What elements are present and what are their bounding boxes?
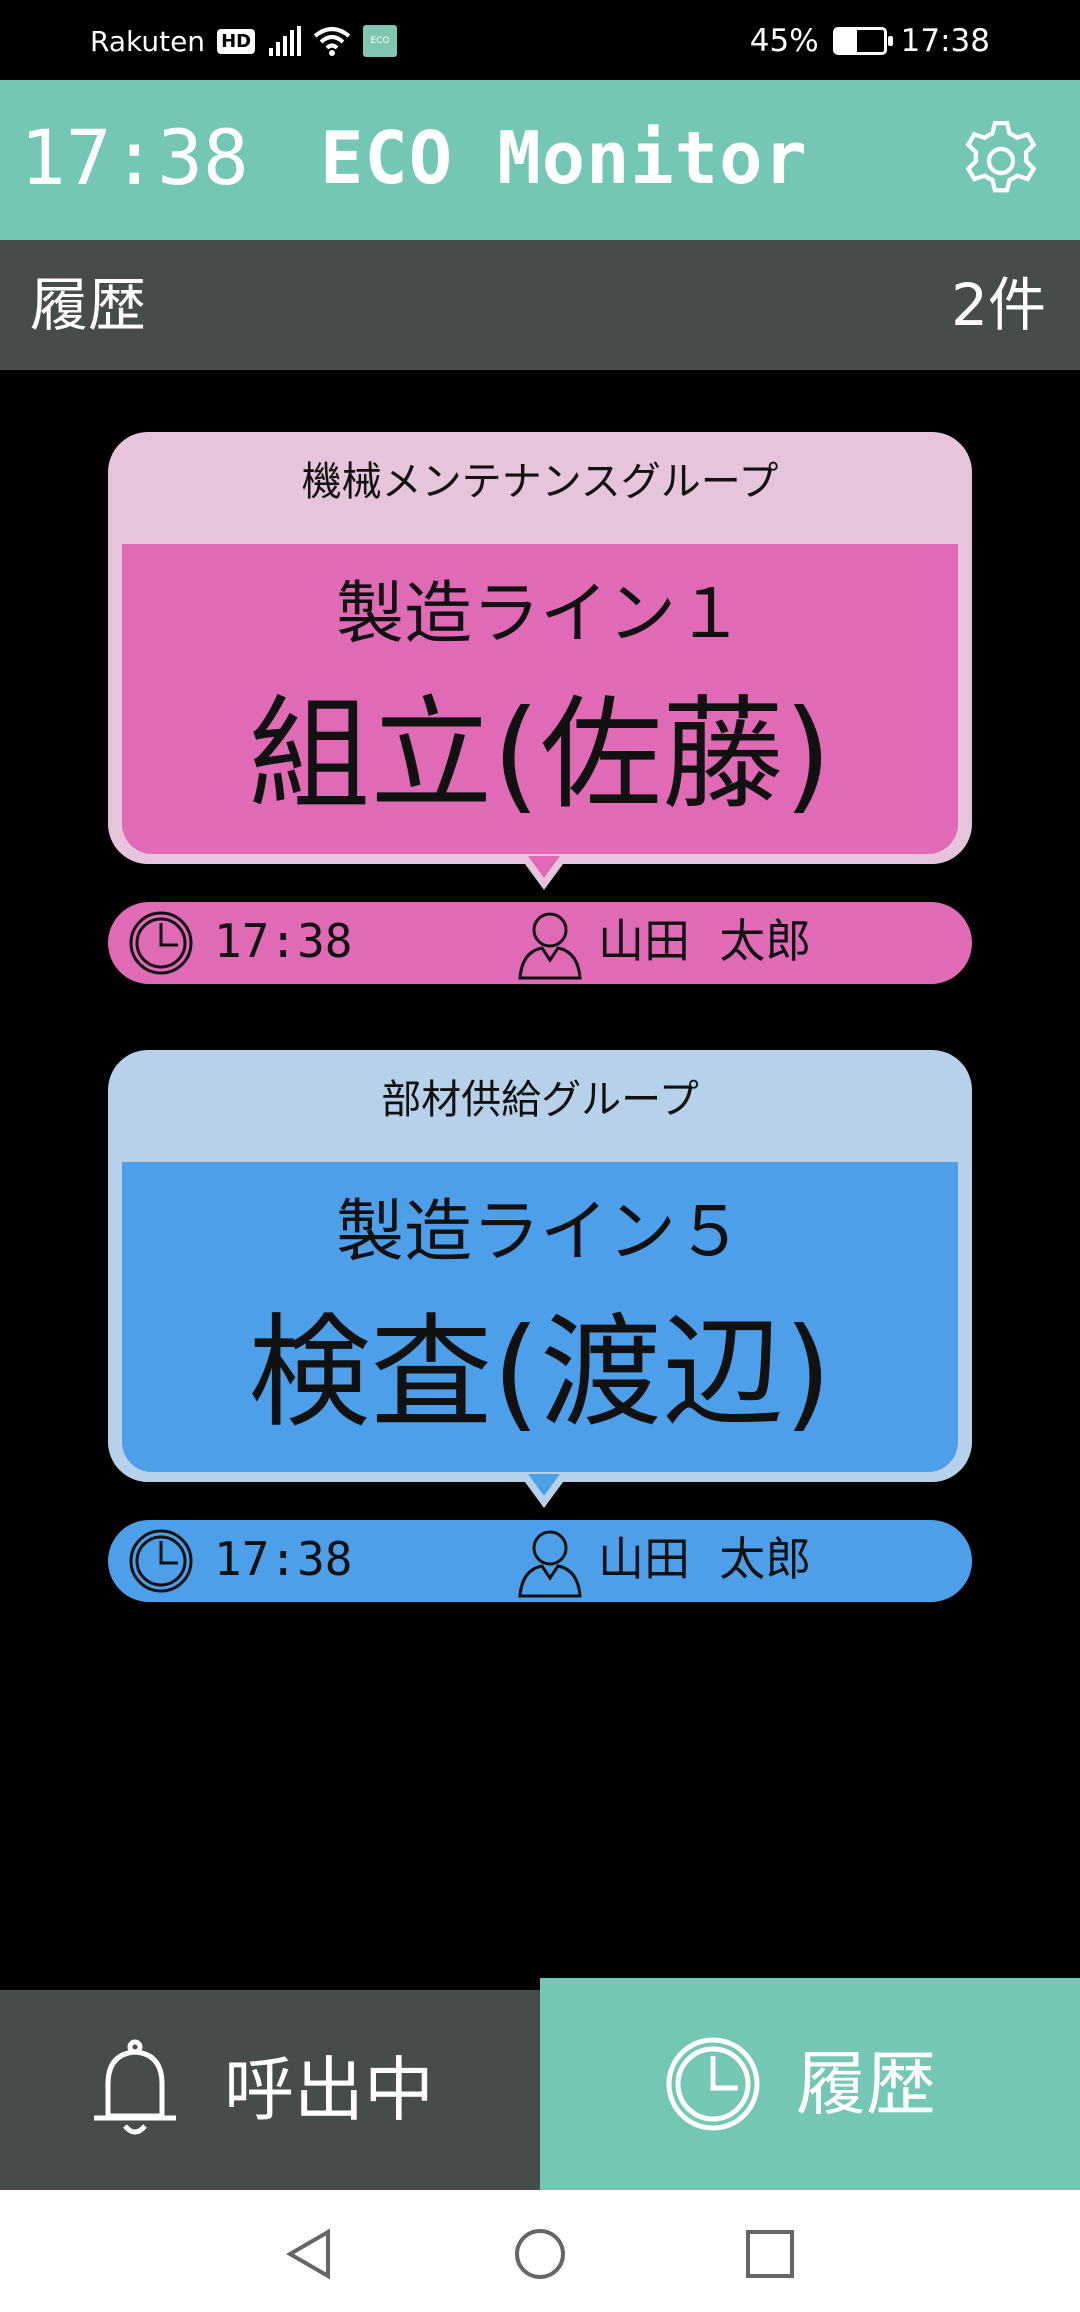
history-subheader: 履歴 2件 xyxy=(0,240,1080,370)
bubble-pointer-inner xyxy=(528,856,560,878)
clock-icon xyxy=(666,2037,760,2131)
call-info-pill: 17:38 山田 太郎 xyxy=(108,902,972,984)
wifi-icon xyxy=(313,27,351,56)
call-time: 17:38 xyxy=(214,1532,353,1586)
group-label: 機械メンテナンスグループ xyxy=(301,459,779,505)
hd-badge: HD xyxy=(217,28,256,54)
tab-history[interactable]: 履歴 xyxy=(540,1978,1080,2190)
person-icon xyxy=(518,1530,582,1598)
call-time: 17:38 xyxy=(214,914,353,968)
process-worker: 検査(渡辺) xyxy=(248,1302,832,1444)
battery-fill xyxy=(835,30,858,52)
person-icon xyxy=(518,912,582,980)
card-body: 製造ライン１ 組立(佐藤) xyxy=(122,544,958,854)
status-bar: Rakuten HD ECO 45% 17:38 xyxy=(0,0,1080,80)
battery-percent: 45% xyxy=(749,23,819,59)
app-header: 17:38 ECO Monitor xyxy=(0,80,1080,240)
line-name: 製造ライン５ xyxy=(335,1193,744,1272)
carrier-name: Rakuten xyxy=(90,24,206,58)
card-body: 製造ライン５ 検査(渡辺) xyxy=(122,1162,958,1472)
tab-calling[interactable]: 呼出中 xyxy=(0,1990,540,2190)
group-label: 部材供給グループ xyxy=(381,1077,699,1123)
line-name: 製造ライン１ xyxy=(335,575,744,654)
header-clock: 17:38 xyxy=(20,113,249,202)
bell-icon xyxy=(94,2039,176,2135)
eco-app-badge: ECO xyxy=(363,25,398,57)
clock-icon xyxy=(129,1529,193,1593)
battery-icon xyxy=(832,27,893,55)
caller-name: 山田 太郎 xyxy=(598,914,812,968)
tab-calling-label: 呼出中 xyxy=(224,2049,434,2131)
bubble-pointer-inner xyxy=(528,1474,560,1496)
process-worker: 組立(佐藤) xyxy=(248,684,832,826)
home-icon[interactable] xyxy=(512,2226,568,2282)
tab-history-label: 履歴 xyxy=(796,2043,936,2125)
history-count: 2件 xyxy=(951,271,1046,339)
section-title: 履歴 xyxy=(30,271,147,339)
caller-name: 山田 太郎 xyxy=(598,1532,812,1586)
gear-icon[interactable] xyxy=(958,118,1044,204)
signal-icon xyxy=(269,26,302,56)
clock-icon xyxy=(129,911,193,975)
recents-icon[interactable] xyxy=(742,2226,798,2282)
call-info-pill: 17:38 山田 太郎 xyxy=(108,1520,972,1602)
system-nav-bar xyxy=(0,2190,1080,2312)
back-icon[interactable] xyxy=(282,2226,338,2282)
status-bar-left: Rakuten HD ECO xyxy=(90,20,398,62)
status-bar-right: 45% 17:38 xyxy=(750,20,990,62)
status-time: 17:38 xyxy=(900,23,990,59)
app-title: ECO Monitor xyxy=(320,116,808,200)
